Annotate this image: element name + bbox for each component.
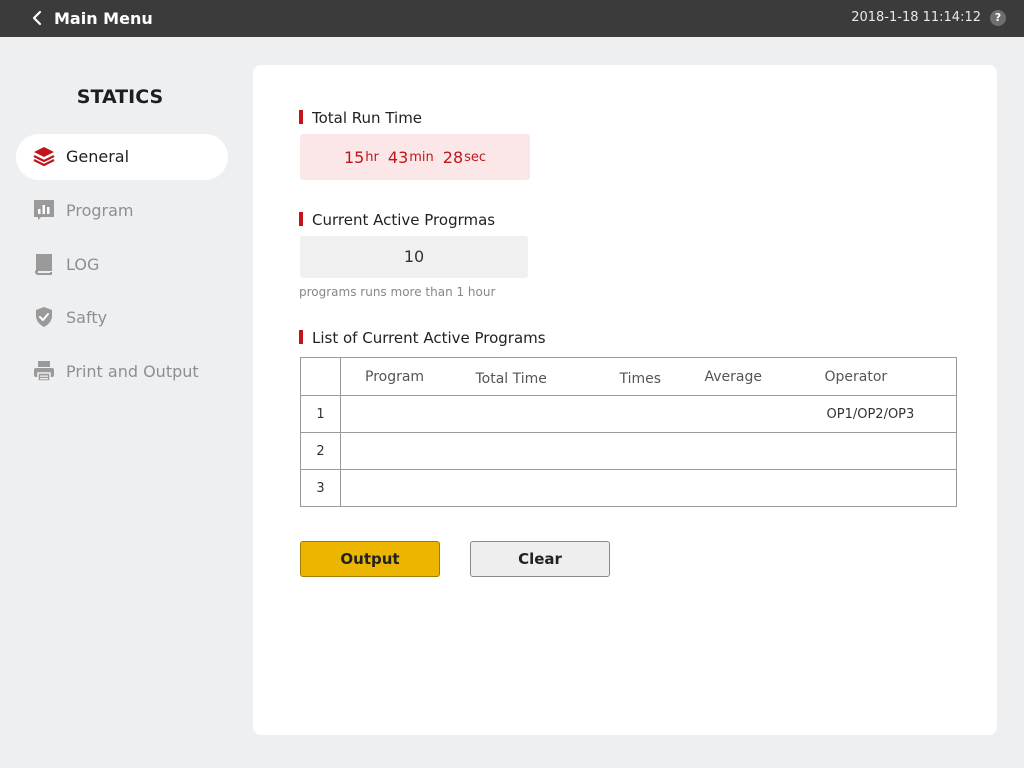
main-menu-title: Main Menu [54, 8, 153, 28]
top-bar: Main Menu 2018-1-18 11:14:12 ? [0, 0, 1024, 37]
column-header-index [300, 357, 341, 396]
row-index: 3 [300, 469, 341, 507]
run-time-seconds: 28 [442, 147, 464, 167]
cell-total-time [475, 432, 620, 470]
datetime: 2018-1-18 11:14:12 [851, 10, 981, 25]
current-active-value: 10 [300, 236, 528, 278]
active-programs-list-title: List of Current Active Programs [299, 329, 546, 347]
shield-icon [36, 307, 52, 327]
cell-average [704, 395, 825, 433]
cell-operator [824, 432, 957, 470]
chevron-left-icon [32, 10, 42, 26]
cell-average [704, 432, 825, 470]
cell-operator [824, 469, 957, 507]
sidebar-item-label: Safty [66, 308, 108, 327]
current-active-title: Current Active Progrmas [299, 211, 495, 229]
column-header-operator[interactable]: Operator [825, 358, 957, 396]
run-time-hours-unit: hr [365, 149, 379, 165]
sidebar-item-safty[interactable]: Safty [16, 295, 228, 341]
cell-times [619, 432, 705, 470]
help-icon[interactable]: ? [990, 10, 1006, 26]
sidebar-item-label: General [66, 147, 130, 166]
column-header-total-time[interactable]: Total Time [476, 358, 620, 396]
sidebar-item-print-and-output[interactable]: Print and Output [16, 349, 228, 395]
sidebar-item-label: LOG [66, 255, 100, 274]
total-run-time-value: 15 hr 43 min 28 sec [300, 134, 530, 180]
cell-program [340, 469, 476, 507]
printer-icon [34, 361, 54, 382]
sidebar-item-program[interactable]: Program [16, 188, 228, 234]
bar-chart-icon [34, 200, 54, 220]
cell-times [619, 395, 705, 433]
sidebar-item-general[interactable]: General [16, 134, 228, 180]
row-index: 2 [300, 432, 341, 470]
cell-total-time [475, 469, 620, 507]
sidebar-item-label: Print and Output [66, 362, 199, 381]
total-run-time-title: Total Run Time [299, 109, 422, 127]
table-row[interactable]: 3 [300, 469, 957, 507]
column-header-program[interactable]: Program [341, 358, 476, 396]
run-time-minutes-unit: min [409, 149, 434, 165]
back-to-main-menu-button[interactable]: Main Menu [30, 6, 153, 30]
clear-button[interactable]: Clear [470, 541, 610, 577]
sidebar-item-label: Program [66, 201, 134, 220]
run-time-seconds-unit: sec [464, 149, 487, 165]
sidebar: STATICS General Program LOG Safty Print … [0, 37, 240, 768]
table-header-row: Program Total Time Times Average Operato… [300, 357, 957, 396]
sidebar-title: STATICS [76, 86, 164, 108]
sidebar-item-log[interactable]: LOG [16, 242, 228, 288]
column-header-average[interactable]: Average [705, 358, 825, 396]
book-icon [35, 254, 52, 275]
output-button[interactable]: Output [300, 541, 440, 577]
column-header-times[interactable]: Times [620, 358, 705, 396]
active-programs-table: Program Total Time Times Average Operato… [300, 357, 957, 507]
cell-operator: OP1/OP2/OP3 [824, 395, 957, 433]
cell-average [704, 469, 825, 507]
table-row[interactable]: 1 OP1/OP2/OP3 [300, 395, 957, 433]
row-index: 1 [300, 395, 341, 433]
layers-icon [33, 147, 55, 167]
run-time-hours: 15 [343, 147, 365, 167]
current-active-note: programs runs more than 1 hour [299, 285, 496, 299]
table-row[interactable]: 2 [300, 432, 957, 470]
cell-program [340, 395, 476, 433]
cell-program [340, 432, 476, 470]
cell-total-time [475, 395, 620, 433]
cell-times [619, 469, 705, 507]
run-time-minutes: 43 [387, 147, 409, 167]
main-panel: Total Run Time 15 hr 43 min 28 sec Curre… [253, 65, 997, 735]
